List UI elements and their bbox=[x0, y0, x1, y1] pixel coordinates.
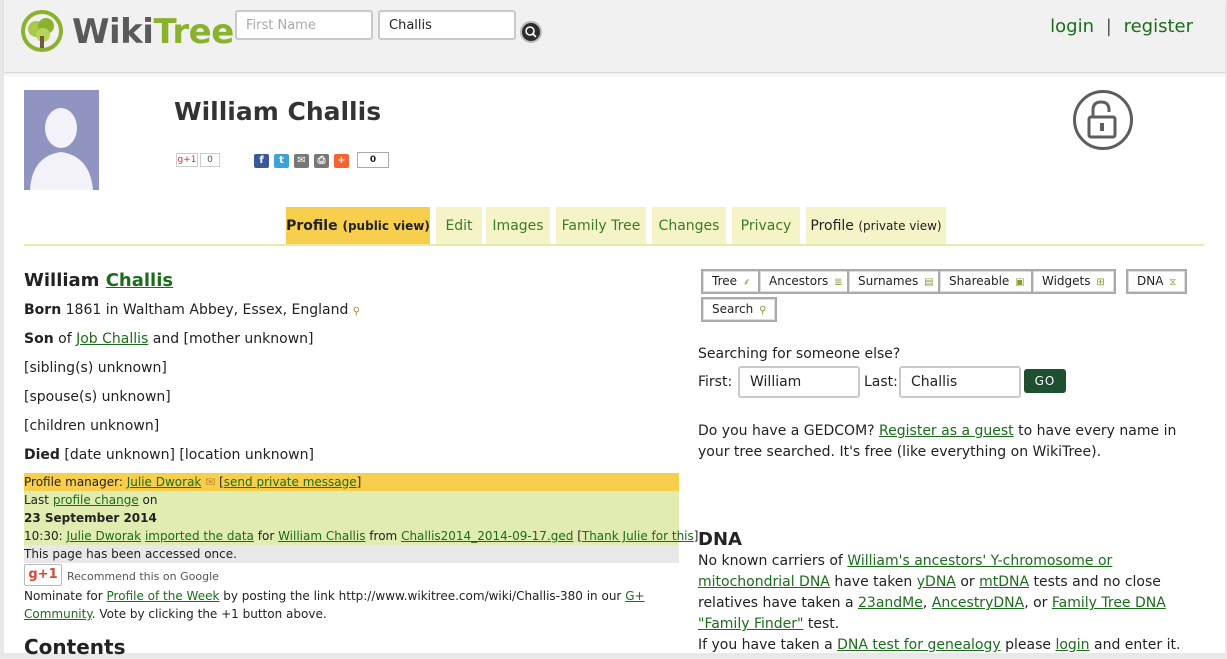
23andme-link[interactable]: 23andMe bbox=[858, 595, 923, 611]
spouses-line: [spouse(s) unknown] bbox=[24, 389, 171, 405]
thank-link[interactable]: Thank Julie for this bbox=[582, 529, 694, 543]
send-message-link[interactable]: send private message bbox=[224, 475, 357, 489]
header-last-name-input[interactable] bbox=[378, 10, 516, 40]
logo-text: WikiTree bbox=[72, 12, 234, 52]
surname-link[interactable]: Challis bbox=[106, 270, 173, 291]
search-tool-button[interactable]: Search ⚲ bbox=[701, 297, 778, 322]
imported-link[interactable]: imported the data bbox=[145, 529, 254, 543]
gplus-share-button[interactable]: g+1 bbox=[176, 153, 198, 167]
unlock-icon bbox=[1087, 100, 1117, 139]
subject-link[interactable]: William Challis bbox=[278, 529, 365, 543]
tree-logo-icon bbox=[21, 10, 63, 52]
list-icon: ▤ bbox=[924, 277, 934, 288]
last-change-row: Last profile change on bbox=[24, 491, 679, 509]
header-search-button[interactable] bbox=[520, 21, 542, 43]
email-icon[interactable]: ✉ bbox=[294, 154, 309, 168]
tab-images[interactable]: Images bbox=[486, 207, 550, 245]
gedcom-file-link[interactable]: Challis2014_2014-09-17.ged bbox=[401, 529, 573, 543]
contents-heading: Contents bbox=[24, 635, 126, 659]
dna-heading: DNA bbox=[698, 529, 742, 550]
siblings-line: [sibling(s) unknown] bbox=[24, 360, 167, 376]
dna-test-link[interactable]: DNA test for genealogy bbox=[837, 637, 1001, 653]
silhouette-icon bbox=[24, 90, 99, 190]
twitter-icon[interactable]: t bbox=[274, 154, 289, 168]
dna-button[interactable]: DNA ⧖ bbox=[1126, 269, 1188, 294]
tab-profile-private[interactable]: Profile (private view) bbox=[806, 207, 946, 245]
print-icon[interactable]: ⎙ bbox=[314, 154, 329, 168]
tabs-divider bbox=[24, 244, 1204, 246]
share-count: 0 bbox=[357, 152, 389, 168]
gedcom-text: Do you have a GEDCOM? Register as a gues… bbox=[698, 423, 1177, 460]
change-detail-row: 10:30: Julie Dworak imported the data fo… bbox=[24, 527, 699, 545]
surnames-button[interactable]: Surnames ▤ bbox=[847, 269, 945, 294]
gplus-recommend-button[interactable]: g+1 bbox=[24, 564, 62, 586]
last-label: Last: bbox=[864, 374, 898, 390]
shareable-button[interactable]: Shareable ▣ bbox=[938, 269, 1036, 294]
recommend-text: Recommend this on Google bbox=[67, 570, 219, 583]
list-icon: ≣ bbox=[834, 277, 843, 288]
share-icon: ▣ bbox=[1015, 277, 1025, 288]
dna-carriers-text: No known carriers of William's ancestors… bbox=[698, 553, 1166, 632]
ancestors-button[interactable]: Ancestors ≣ bbox=[758, 269, 854, 294]
auth-links: login | register bbox=[1050, 16, 1193, 37]
register-guest-link[interactable]: Register as a guest bbox=[879, 423, 1014, 439]
envelope-icon[interactable]: ✉ bbox=[205, 475, 215, 489]
person-name: William Challis bbox=[24, 270, 174, 291]
nominate-text: Nominate for Profile of the Week by post… bbox=[24, 589, 645, 621]
access-count-row: This page has been accessed once. bbox=[24, 545, 679, 563]
auth-separator: | bbox=[1105, 16, 1112, 37]
go-button[interactable]: GO bbox=[1024, 369, 1066, 393]
tree-icon: ⸙ bbox=[742, 277, 751, 288]
gplus-count: 0 bbox=[200, 153, 220, 167]
privacy-lock-icon[interactable] bbox=[1073, 90, 1133, 150]
profile-change-link[interactable]: profile change bbox=[53, 493, 139, 507]
register-link[interactable]: register bbox=[1124, 16, 1193, 37]
dna-login-link[interactable]: login bbox=[1055, 637, 1089, 653]
header-first-name-input[interactable] bbox=[235, 10, 373, 40]
death-line: Died [date unknown] [location unknown] bbox=[24, 447, 314, 463]
children-line: [children unknown] bbox=[24, 418, 160, 434]
dna-icon: ⧖ bbox=[1169, 277, 1177, 288]
father-link[interactable]: Job Challis bbox=[76, 331, 148, 347]
mtdna-link[interactable]: mtDNA bbox=[979, 574, 1029, 590]
login-link[interactable]: login bbox=[1050, 16, 1094, 37]
ancestrydna-link[interactable]: AncestryDNA bbox=[932, 595, 1024, 611]
map-pin-icon[interactable]: ⚲ bbox=[353, 306, 360, 317]
birth-line: Born 1861 in Waltham Abbey, Essex, Engla… bbox=[24, 302, 361, 318]
ydna-link[interactable]: yDNA bbox=[917, 574, 956, 590]
tree-button[interactable]: Tree ⸙ bbox=[701, 269, 762, 294]
first-name-field[interactable] bbox=[738, 366, 860, 398]
tab-edit[interactable]: Edit bbox=[436, 207, 482, 245]
profile-manager-box: Profile manager: Julie Dworak ✉ [send pr… bbox=[24, 473, 699, 563]
facebook-icon[interactable]: f bbox=[254, 154, 269, 168]
potw-link[interactable]: Profile of the Week bbox=[107, 589, 220, 603]
widget-icon: ⊞ bbox=[1096, 277, 1105, 288]
wikitree-logo[interactable]: WikiTree bbox=[16, 9, 234, 53]
tab-profile-public[interactable]: Profile (public view) bbox=[286, 207, 430, 245]
avatar bbox=[24, 90, 99, 190]
tab-family-tree[interactable]: Family Tree bbox=[556, 207, 646, 245]
tab-privacy[interactable]: Privacy bbox=[732, 207, 800, 245]
search-icon bbox=[525, 26, 537, 38]
magnifier-icon: ⚲ bbox=[759, 305, 767, 316]
manager-row: Profile manager: Julie Dworak ✉ [send pr… bbox=[24, 473, 679, 491]
change-user-link[interactable]: Julie Dworak bbox=[66, 529, 141, 543]
page: WikiTree login | register William Challi… bbox=[4, 0, 1225, 659]
first-label: First: bbox=[698, 374, 733, 390]
widgets-button[interactable]: Widgets ⊞ bbox=[1031, 269, 1116, 294]
change-date-row: 23 September 2014 bbox=[24, 509, 679, 527]
search-else-heading: Searching for someone else? bbox=[698, 346, 901, 362]
tab-changes[interactable]: Changes bbox=[652, 207, 726, 245]
site-header: WikiTree login | register bbox=[4, 0, 1225, 73]
page-title: William Challis bbox=[174, 97, 382, 126]
manager-link[interactable]: Julie Dworak bbox=[127, 475, 202, 489]
parents-line: Son of Job Challis and [mother unknown] bbox=[24, 331, 314, 347]
last-name-field[interactable] bbox=[899, 366, 1021, 398]
addthis-icon[interactable]: + bbox=[334, 154, 349, 168]
